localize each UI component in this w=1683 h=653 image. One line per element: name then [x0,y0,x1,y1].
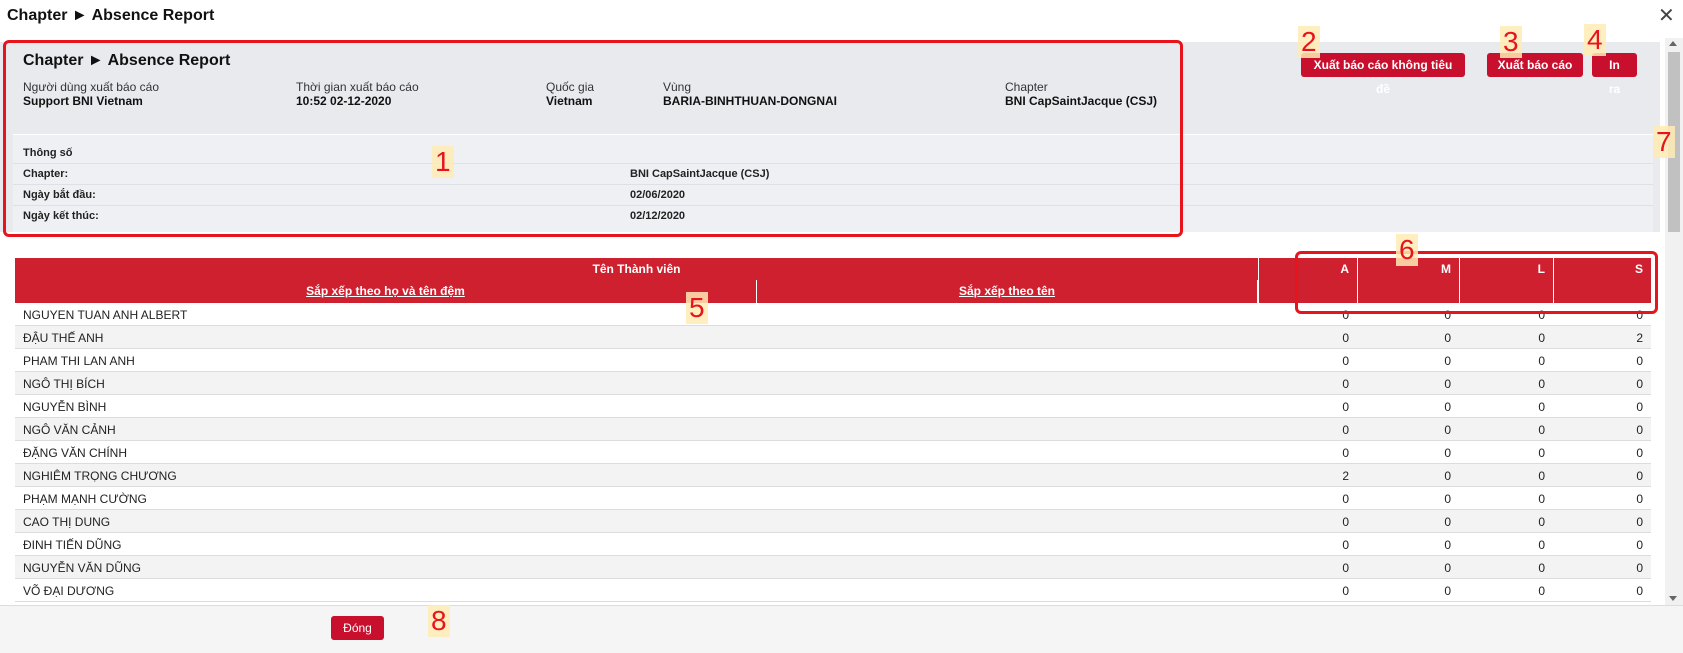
cell-m: 0 [1444,538,1451,552]
cell-s: 0 [1636,492,1643,506]
member-name: NGUYỄN VĂN DŨNG [23,561,142,575]
cell-a: 0 [1342,492,1349,506]
cell-l: 0 [1538,354,1545,368]
cell-m: 0 [1444,377,1451,391]
cell-l: 0 [1538,515,1545,529]
print-button[interactable]: In ra [1592,53,1637,96]
annotation-number-1: 1 [432,146,454,178]
member-name: ĐINH TIẾN DŨNG [23,538,122,552]
cell-s: 0 [1636,469,1643,483]
cell-l: 0 [1538,584,1545,598]
cell-s: 0 [1636,538,1643,552]
member-name: NGUYEN TUAN ANH ALBERT [23,308,188,322]
cell-m: 0 [1444,515,1451,529]
export-no-title-button[interactable]: Xuất báo cáo không tiêu đề [1301,53,1465,96]
member-name: NGÔ THỊ BÍCH [23,377,105,391]
cell-s: 0 [1636,515,1643,529]
table-row: PHAM THI LAN ANH 0 0 0 0 [15,349,1651,372]
member-name: PHAM THI LAN ANH [23,354,135,368]
table-row: NGHIÊM TRỌNG CHƯƠNG 2 0 0 0 [15,464,1651,487]
cell-a: 0 [1342,377,1349,391]
annotation-number-3: 3 [1500,26,1522,58]
cell-a: 0 [1342,400,1349,414]
member-name: VÕ ĐẠI DƯƠNG [23,584,115,598]
cell-s: 0 [1636,446,1643,460]
sort-by-name-link[interactable]: Sắp xếp theo tên [757,280,1258,303]
member-name: NGHIÊM TRỌNG CHƯƠNG [23,469,177,483]
member-name: PHẠM MẠNH CƯỜNG [23,492,147,506]
cell-a: 2 [1342,469,1349,483]
member-name: ĐẬU THẾ ANH [23,331,104,345]
scroll-down-icon[interactable] [1669,596,1677,601]
sort-by-surname-link[interactable]: Sắp xếp theo họ và tên đệm [15,280,757,303]
member-name: NGÔ VĂN CẢNH [23,423,116,437]
annotation-number-6: 6 [1396,234,1418,266]
table-row: VÕ ĐẠI DƯƠNG 0 0 0 0 [15,579,1651,602]
cell-a: 0 [1342,354,1349,368]
annotation-box-6 [1295,251,1658,314]
cell-m: 0 [1444,446,1451,460]
cell-l: 0 [1538,492,1545,506]
member-name: ĐẶNG VĂN CHÍNH [23,446,128,460]
cell-s: 0 [1636,423,1643,437]
cell-s: 2 [1636,331,1643,345]
cell-a: 0 [1342,538,1349,552]
cell-a: 0 [1342,423,1349,437]
cell-a: 0 [1342,446,1349,460]
cell-l: 0 [1538,446,1545,460]
cell-a: 0 [1342,515,1349,529]
cell-l: 0 [1538,561,1545,575]
annotation-number-7: 7 [1653,126,1675,158]
annotation-number-2: 2 [1298,26,1320,58]
annotation-number-4: 4 [1584,24,1606,56]
cell-l: 0 [1538,331,1545,345]
close-icon[interactable]: ✕ [1658,6,1675,26]
table-row: NGUYỄN VĂN DŨNG 0 0 0 0 [15,556,1651,579]
scroll-up-icon[interactable] [1669,41,1677,46]
cell-l: 0 [1538,400,1545,414]
cell-m: 0 [1444,331,1451,345]
cell-l: 0 [1538,377,1545,391]
cell-l: 0 [1538,538,1545,552]
table-row: NGUYỄN BÌNH 0 0 0 0 [15,395,1651,418]
cell-s: 0 [1636,400,1643,414]
member-name-header: Tên Thành viên [15,258,1258,280]
modal-footer [0,605,1683,653]
modal-title: Chapter ► Absence Report [7,7,215,24]
table-row: ĐINH TIẾN DŨNG 0 0 0 0 [15,533,1651,556]
cell-m: 0 [1444,400,1451,414]
cell-s: 0 [1636,584,1643,598]
annotation-number-5: 5 [686,292,708,324]
cell-m: 0 [1444,469,1451,483]
annotation-box-1 [3,40,1183,237]
member-name: CAO THỊ DUNG [23,515,111,529]
cell-m: 0 [1444,561,1451,575]
cell-a: 0 [1342,561,1349,575]
cell-s: 0 [1636,377,1643,391]
cell-s: 0 [1636,561,1643,575]
cell-l: 0 [1538,469,1545,483]
table-row: NGÔ THỊ BÍCH 0 0 0 0 [15,372,1651,395]
cell-m: 0 [1444,423,1451,437]
cell-l: 0 [1538,423,1545,437]
table-row: ĐẶNG VĂN CHÍNH 0 0 0 0 [15,441,1651,464]
member-name: NGUYỄN BÌNH [23,400,107,414]
cell-s: 0 [1636,354,1643,368]
cell-m: 0 [1444,584,1451,598]
table-row: NGÔ VĂN CẢNH 0 0 0 0 [15,418,1651,441]
cell-a: 0 [1342,584,1349,598]
table-row: PHẠM MẠNH CƯỜNG 0 0 0 0 [15,487,1651,510]
annotation-number-8: 8 [428,605,450,637]
cell-m: 0 [1444,354,1451,368]
close-button[interactable]: Đóng [331,616,384,640]
cell-a: 0 [1342,331,1349,345]
table-row: ĐẬU THẾ ANH 0 0 0 2 [15,326,1651,349]
cell-m: 0 [1444,492,1451,506]
table-row: CAO THỊ DUNG 0 0 0 0 [15,510,1651,533]
